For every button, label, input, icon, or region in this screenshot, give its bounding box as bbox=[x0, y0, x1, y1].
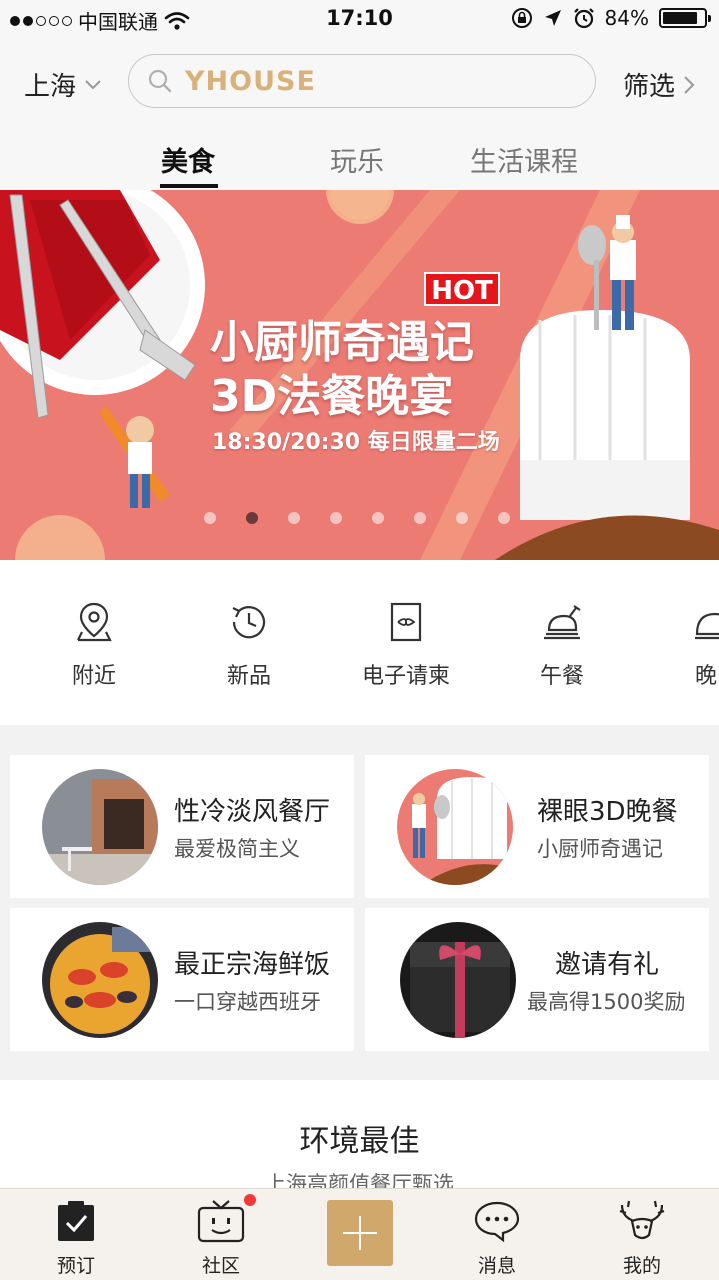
feature-card-3d-dinner[interactable]: 裸眼3D晚餐 小厨师奇遇记 bbox=[365, 755, 709, 898]
status-indicators: 84% bbox=[511, 6, 711, 30]
header: 上海 YHOUSE 筛选 美食 玩乐 生活课程 bbox=[0, 40, 719, 190]
add-button[interactable] bbox=[327, 1200, 393, 1266]
chevron-down-icon bbox=[85, 79, 101, 89]
page-dot[interactable] bbox=[330, 512, 342, 524]
section-title: 环境最佳 bbox=[299, 1124, 420, 1159]
banner-page-indicator bbox=[204, 512, 510, 524]
notification-badge bbox=[244, 1194, 256, 1206]
nav-label: 我的 bbox=[622, 1255, 661, 1277]
chat-bubble-icon bbox=[474, 1201, 520, 1243]
cloche-icon bbox=[695, 612, 719, 640]
chef-hat-3d-image bbox=[397, 769, 513, 885]
page-dot[interactable] bbox=[288, 512, 300, 524]
banner-title: 小厨师奇遇记 3D法餐晚宴 bbox=[210, 316, 474, 424]
search-icon bbox=[148, 69, 172, 93]
nav-label: 消息 bbox=[477, 1255, 516, 1277]
map-pin-icon bbox=[77, 602, 112, 642]
category-dinner[interactable]: 晚 bbox=[661, 600, 719, 690]
tv-smiley-icon bbox=[197, 1200, 245, 1243]
page-dot[interactable] bbox=[414, 512, 426, 524]
banner-title-line1: 小厨师奇遇记 bbox=[210, 317, 474, 368]
banner-title-line2: 3D法餐晚宴 bbox=[210, 371, 454, 422]
clock-refresh-icon bbox=[232, 606, 266, 639]
promo-banner[interactable]: HOT 小厨师奇遇记 3D法餐晚宴 18:30/20:30 每日限量二场 bbox=[0, 190, 719, 560]
bottom-nav: 预订 社区 消息 我的 bbox=[0, 1188, 719, 1280]
category-tabs: 美食 玩乐 生活课程 bbox=[0, 134, 719, 190]
tab-life-courses[interactable]: 生活课程 bbox=[470, 140, 578, 179]
search-brand-logo: YHOUSE bbox=[185, 65, 316, 97]
page-dot[interactable] bbox=[204, 512, 216, 524]
battery-icon bbox=[659, 8, 711, 28]
card-title: 裸眼3D晚餐 bbox=[537, 797, 678, 827]
feature-card-invite[interactable]: 邀请有礼 最高得1500奖励 bbox=[365, 908, 709, 1051]
card-title: 最正宗海鲜饭 bbox=[174, 950, 331, 980]
seafood-paella-image bbox=[42, 922, 158, 1038]
category-new[interactable]: 新品 bbox=[189, 600, 309, 690]
filter-label: 筛选 bbox=[622, 72, 675, 102]
chevron-right-icon bbox=[684, 75, 695, 94]
card-title: 邀请有礼 bbox=[555, 950, 660, 980]
category-e-invitation[interactable]: 电子请柬 bbox=[346, 600, 466, 690]
city-name: 上海 bbox=[24, 72, 77, 102]
page-dot[interactable] bbox=[498, 512, 510, 524]
alarm-icon bbox=[573, 8, 594, 29]
category-label: 附近 bbox=[71, 664, 116, 689]
page-dot[interactable] bbox=[456, 512, 468, 524]
card-subtitle: 最爱极简主义 bbox=[174, 837, 300, 861]
card-subtitle: 最高得1500奖励 bbox=[527, 990, 686, 1014]
nav-community[interactable]: 社区 bbox=[171, 1199, 271, 1278]
battery-percent: 84% bbox=[604, 6, 649, 30]
nav-profile[interactable]: 我的 bbox=[592, 1199, 692, 1278]
battery-level-fill bbox=[663, 12, 697, 24]
tab-food[interactable]: 美食 bbox=[161, 140, 215, 179]
filter-button[interactable]: 筛选 bbox=[623, 66, 695, 103]
quick-categories: 附近 新品 电子请柬 午餐 晚 bbox=[0, 560, 719, 725]
city-selector[interactable]: 上海 bbox=[24, 66, 102, 103]
best-ambience-section: 环境最佳 上海高颜值餐厅甄选 bbox=[0, 1080, 719, 1190]
status-bar: 中国联通 17:10 84% bbox=[0, 0, 719, 40]
card-title: 性冷淡风餐厅 bbox=[174, 797, 331, 827]
hot-badge: HOT bbox=[424, 272, 500, 306]
section-subtitle: 上海高颜值餐厅甄选 bbox=[265, 1172, 454, 1190]
card-subtitle: 一口穿越西班牙 bbox=[174, 990, 321, 1014]
nav-booking[interactable]: 预订 bbox=[26, 1199, 126, 1278]
invitation-card-icon bbox=[390, 602, 422, 642]
nav-label: 预订 bbox=[56, 1255, 95, 1277]
tab-fun[interactable]: 玩乐 bbox=[330, 140, 384, 179]
category-label: 午餐 bbox=[539, 664, 584, 689]
antler-icon bbox=[619, 1200, 665, 1240]
nav-messages[interactable]: 消息 bbox=[447, 1199, 547, 1278]
active-tab-indicator bbox=[160, 184, 218, 188]
banner-subtitle: 18:30/20:30 每日限量二场 bbox=[212, 430, 500, 455]
restaurant-storefront-image bbox=[42, 769, 158, 885]
search-input[interactable]: YHOUSE bbox=[128, 54, 596, 108]
category-nearby[interactable]: 附近 bbox=[34, 600, 154, 690]
feature-card-paella[interactable]: 最正宗海鲜饭 一口穿越西班牙 bbox=[10, 908, 354, 1051]
category-label: 晚 bbox=[695, 664, 718, 689]
roast-chicken-icon bbox=[544, 605, 581, 640]
rotation-lock-icon bbox=[511, 8, 532, 28]
category-label: 新品 bbox=[226, 664, 271, 689]
location-arrow-icon bbox=[544, 10, 561, 26]
card-subtitle: 小厨师奇遇记 bbox=[537, 837, 663, 861]
gift-box-image bbox=[400, 922, 516, 1038]
category-lunch[interactable]: 午餐 bbox=[502, 600, 622, 690]
feature-card-minimalist[interactable]: 性冷淡风餐厅 最爱极简主义 bbox=[10, 755, 354, 898]
nav-label: 社区 bbox=[201, 1255, 240, 1277]
category-label: 电子请柬 bbox=[361, 664, 450, 689]
booking-check-icon bbox=[58, 1201, 94, 1241]
page-dot[interactable] bbox=[372, 512, 384, 524]
page-dot[interactable] bbox=[246, 512, 258, 524]
